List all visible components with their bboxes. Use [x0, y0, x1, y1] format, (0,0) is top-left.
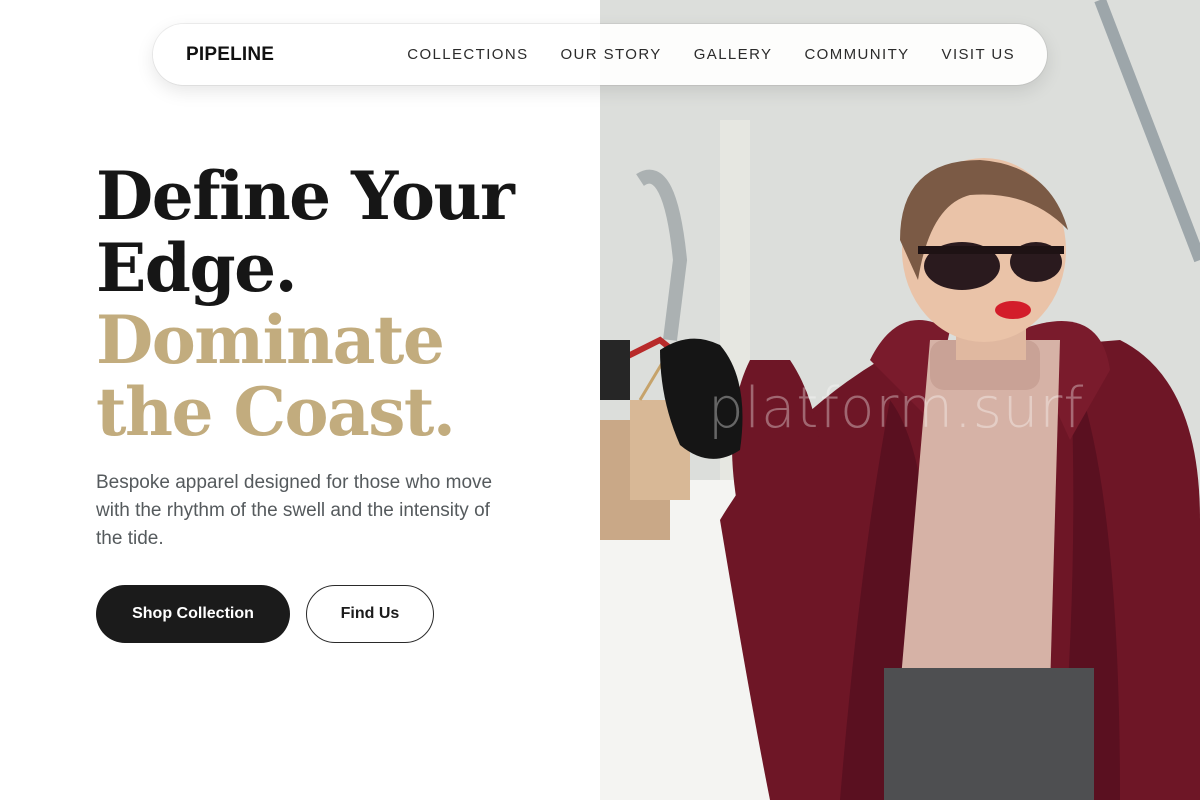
hero-photo: platform.surf	[600, 0, 1200, 800]
shop-collection-button[interactable]: Shop Collection	[96, 585, 290, 643]
hero-subtitle: Bespoke apparel designed for those who m…	[96, 472, 493, 549]
watermark-text: platform.surf	[708, 376, 1085, 441]
hero-title-line-4: the Coast.	[96, 373, 456, 451]
find-us-button[interactable]: Find Us	[306, 585, 434, 643]
top-navigation: PIPELINE COLLECTIONS OUR STORY GALLERY C…	[153, 24, 1047, 85]
hero-title-line-3: Dominate	[96, 301, 445, 379]
hero-title-line-2: Edge.	[96, 229, 298, 307]
nav-link-community[interactable]: COMMUNITY	[804, 46, 909, 63]
nav-link-our-story[interactable]: OUR STORY	[560, 46, 661, 63]
nav-link-gallery[interactable]: GALLERY	[694, 46, 773, 63]
nav-links: COLLECTIONS OUR STORY GALLERY COMMUNITY …	[407, 46, 1015, 63]
nav-link-collections[interactable]: COLLECTIONS	[407, 46, 528, 63]
nav-link-visit-us[interactable]: VISIT US	[942, 46, 1015, 63]
brand-logo[interactable]: PIPELINE	[186, 44, 274, 66]
hero-title-line-1: Define Your	[96, 157, 515, 235]
hero-title: Define Your Edge. Dominate the Coast.	[96, 160, 576, 448]
